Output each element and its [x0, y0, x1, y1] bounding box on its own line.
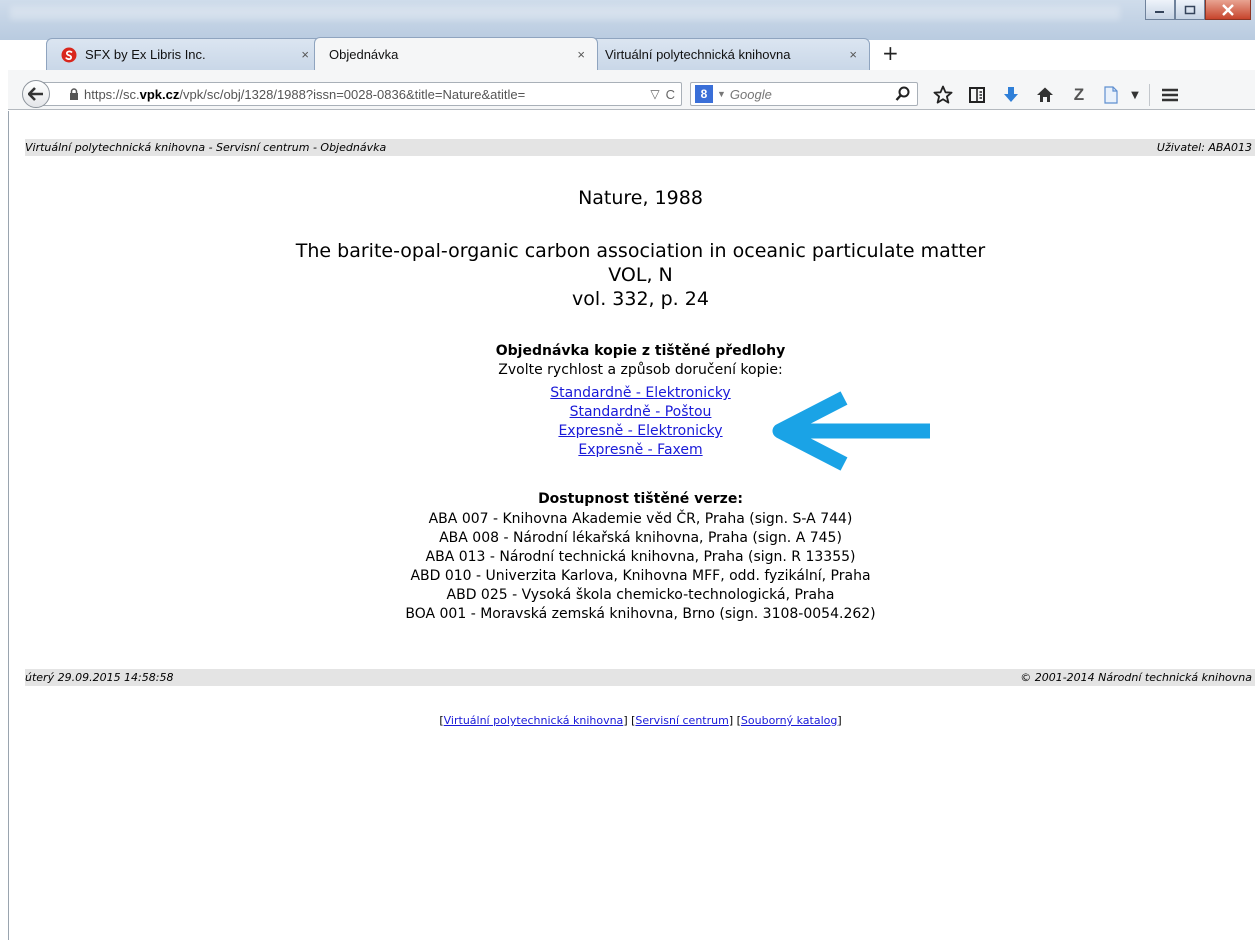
url-path: /vpk/sc/obj/1328/1988?issn=0028-0836&tit… — [179, 86, 526, 102]
availability-item: BOA 001 - Moravská zemská knihovna, Brno… — [405, 606, 876, 622]
availability-item: ABA 013 - Národní technická knihovna, Pr… — [425, 549, 856, 565]
breadcrumb: Virtuální polytechnická knihovna - Servi… — [25, 141, 387, 154]
url-prefix: https://sc. — [84, 86, 140, 102]
order-link-express-electronic[interactable]: Expresně - Elektronicky — [558, 422, 722, 441]
footer-link-vpk[interactable]: Virtuální polytechnická knihovna — [444, 714, 624, 727]
menu-icon[interactable] — [1154, 84, 1186, 106]
availability-item: ABA 008 - Národní lékařská knihovna, Pra… — [439, 530, 842, 546]
minimize-button[interactable] — [1145, 0, 1175, 20]
blue-arrow-icon — [772, 391, 930, 471]
order-options: Standardně - Elektronicky Standardně - P… — [25, 384, 1255, 460]
footer-link-union-catalog[interactable]: Souborný katalog — [741, 714, 837, 727]
close-window-button[interactable] — [1205, 0, 1251, 20]
toolbar-icons: Z ▼ — [926, 84, 1186, 106]
maximize-icon — [1184, 5, 1196, 14]
close-icon — [1222, 3, 1234, 16]
url-bar[interactable]: https://sc.vpk.cz/vpk/sc/obj/1328/1988?i… — [38, 82, 682, 106]
tab-close-icon[interactable]: × — [301, 47, 309, 62]
dropdown-icon[interactable]: ▽ — [650, 87, 659, 102]
article-info: The barite-opal-organic carbon associati… — [25, 239, 1255, 311]
download-icon[interactable] — [994, 84, 1028, 106]
tab-objednavka[interactable]: Objednávka × — [314, 37, 598, 70]
article-title: The barite-opal-organic carbon associati… — [295, 240, 986, 262]
copyright: © 2001-2014 Národní technická knihovna — [1020, 671, 1252, 684]
search-bar[interactable]: 8 ▼ Google — [690, 82, 918, 106]
search-icon[interactable] — [895, 86, 911, 102]
page-content: Virtuální polytechnická knihovna - Servi… — [8, 111, 1255, 940]
article-vol-label: VOL, N — [608, 264, 673, 286]
home-icon[interactable] — [1028, 84, 1062, 106]
tab-close-icon[interactable]: × — [577, 47, 585, 62]
sfx-favicon-icon — [61, 47, 77, 62]
url-host: vpk.cz — [139, 86, 180, 102]
footer-bar: úterý 29.09.2015 14:58:58 © 2001-2014 Ná… — [25, 669, 1255, 686]
availability-item: ABD 025 - Vysoká škola chemicko-technolo… — [446, 587, 835, 603]
tab-close-icon[interactable]: × — [849, 47, 857, 62]
search-engine-dropdown-icon[interactable]: ▼ — [717, 89, 726, 99]
order-heading: Objednávka kopie z tištěné předlohy — [495, 343, 786, 359]
journal-title: Nature, 1988 — [578, 187, 703, 209]
tab-vpk[interactable]: Virtuální polytechnická knihovna × — [590, 38, 870, 70]
document-dropdown-icon[interactable]: ▼ — [1126, 84, 1144, 106]
availability-item: ABA 007 - Knihovna Akademie věd ČR, Prah… — [428, 511, 853, 527]
maximize-button[interactable] — [1175, 0, 1205, 20]
availability-list: ABA 007 - Knihovna Akademie věd ČR, Prah… — [25, 510, 1255, 624]
header-bar: Virtuální polytechnická knihovna - Servi… — [25, 139, 1255, 156]
search-placeholder: Google — [729, 86, 772, 102]
order-subheading: Zvolte rychlost a způsob doručení kopie: — [498, 362, 783, 378]
tab-strip: SFX by Ex Libris Inc. × Objednávka × Vir… — [8, 34, 1253, 70]
bookmark-star-icon[interactable] — [926, 84, 960, 106]
tab-title: Virtuální polytechnická knihovna — [605, 47, 791, 62]
availability-item: ABD 010 - Univerzita Karlova, Knihovna M… — [410, 568, 871, 584]
minimize-icon — [1155, 10, 1164, 13]
window-controls — [1145, 0, 1251, 20]
lock-icon — [70, 88, 78, 100]
reading-list-icon[interactable] — [960, 84, 994, 106]
order-link-standard-post[interactable]: Standardně - Poštou — [570, 403, 712, 422]
zotero-icon[interactable]: Z — [1062, 84, 1096, 106]
user-label: Uživatel: ABA013 — [1156, 141, 1252, 154]
order-link-standard-electronic[interactable]: Standardně - Elektronicky — [550, 384, 730, 403]
tab-title: SFX by Ex Libris Inc. — [85, 47, 206, 62]
new-tab-button[interactable]: + — [882, 41, 899, 65]
url-actions: ▽ C — [646, 87, 675, 102]
tab-title: Objednávka — [329, 46, 399, 62]
availability-heading: Dostupnost tištěné verze: — [538, 491, 743, 507]
titlebar-background — [10, 6, 1120, 20]
article-issue: vol. 332, p. 24 — [572, 288, 709, 310]
tab-sfx[interactable]: SFX by Ex Libris Inc. × — [46, 38, 322, 70]
timestamp: úterý 29.09.2015 14:58:58 — [25, 671, 174, 684]
back-icon — [28, 87, 43, 101]
reload-icon[interactable]: C — [666, 87, 675, 102]
separator — [1144, 84, 1154, 106]
google-icon[interactable]: 8 — [695, 85, 713, 103]
footer-links: [Virtuální polytechnická knihovna] [Serv… — [439, 714, 842, 727]
document-icon[interactable] — [1096, 84, 1126, 106]
order-link-express-fax[interactable]: Expresně - Faxem — [578, 441, 702, 460]
footer-link-service-center[interactable]: Servisní centrum — [635, 714, 728, 727]
url-text: https://sc.vpk.cz/vpk/sc/obj/1328/1988?i… — [84, 87, 681, 102]
back-button[interactable] — [22, 80, 50, 108]
